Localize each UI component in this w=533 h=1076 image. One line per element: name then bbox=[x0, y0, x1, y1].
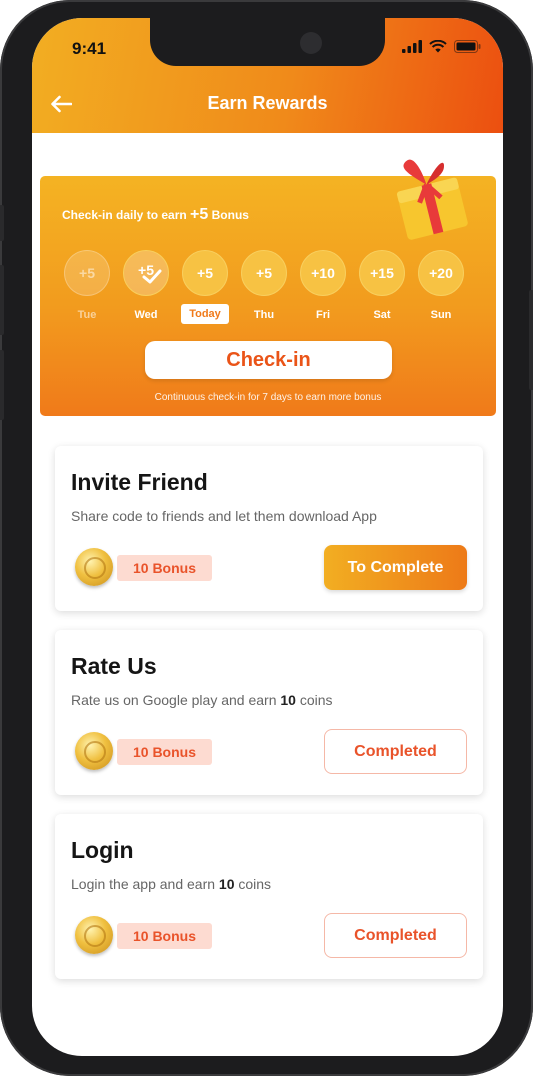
task-card-invite-friend: Invite Friend Share code to friends and … bbox=[55, 446, 483, 611]
battery-icon bbox=[454, 40, 481, 53]
day-label: Wed bbox=[134, 309, 158, 321]
checkin-bonus-amount: +5 bbox=[190, 206, 209, 223]
task-desc-coins: 10 bbox=[280, 692, 296, 708]
day-reward[interactable]: +5 bbox=[182, 250, 228, 296]
task-card-login: Login Login the app and earn 10 coins 10… bbox=[55, 814, 483, 979]
volume-up-button bbox=[0, 265, 4, 335]
day-today: +5 Today bbox=[181, 250, 229, 324]
day-label: Sun bbox=[430, 309, 452, 321]
task-description: Share code to friends and let them downl… bbox=[71, 508, 377, 524]
task-desc-text: Login the app and earn bbox=[71, 876, 219, 892]
day-sat: +15 Sat bbox=[359, 250, 405, 324]
task-title: Invite Friend bbox=[71, 469, 208, 495]
phone-notch bbox=[150, 18, 385, 66]
day-reward: +20 bbox=[418, 250, 464, 296]
bonus-badge: 10 Bonus bbox=[117, 739, 212, 765]
wifi-icon bbox=[429, 40, 447, 53]
day-label: Fri bbox=[315, 309, 331, 321]
check-icon bbox=[142, 269, 162, 284]
day-reward: +5 bbox=[64, 250, 110, 296]
day-label: Sat bbox=[373, 309, 391, 321]
checkin-card: Check-in daily to earn +5 Bonus +5 Tue +… bbox=[40, 159, 496, 416]
day-label: Thu bbox=[253, 309, 275, 321]
day-reward: +5 bbox=[123, 250, 169, 296]
task-title: Rate Us bbox=[71, 653, 157, 679]
day-wed: +5 Wed bbox=[123, 250, 169, 324]
checkin-button[interactable]: Check-in bbox=[145, 341, 392, 379]
volume-down-button bbox=[0, 350, 4, 420]
day-label: Tue bbox=[77, 309, 97, 321]
completed-button[interactable]: Completed bbox=[324, 729, 467, 774]
coin-icon bbox=[75, 916, 113, 954]
day-fri: +10 Fri bbox=[300, 250, 346, 324]
day-reward: +10 bbox=[300, 250, 346, 296]
page-title: Earn Rewards bbox=[207, 93, 328, 113]
checkin-title-suffix: Bonus bbox=[211, 208, 249, 222]
app-screen: 9:41 Earn Rewards Check-in daily to earn… bbox=[32, 18, 503, 1056]
header-bar: 9:41 Earn Rewards bbox=[32, 18, 503, 133]
status-icons bbox=[402, 40, 481, 53]
day-thu: +5 Thu bbox=[241, 250, 287, 324]
task-title: Login bbox=[71, 837, 134, 863]
checkin-note: Continuous check-in for 7 days to earn m… bbox=[154, 392, 382, 403]
task-card-rate-us: Rate Us Rate us on Google play and earn … bbox=[55, 630, 483, 795]
checkin-title-prefix: Check-in daily to earn bbox=[62, 208, 187, 222]
power-button bbox=[529, 290, 533, 390]
day-sun: +20 Sun bbox=[418, 250, 464, 324]
coin-icon bbox=[75, 548, 113, 586]
checkin-title: Check-in daily to earn +5 Bonus bbox=[62, 206, 249, 224]
silent-switch bbox=[0, 205, 4, 241]
day-tue: +5 Tue bbox=[64, 250, 110, 324]
coin-icon bbox=[75, 732, 113, 770]
task-description: Rate us on Google play and earn 10 coins bbox=[71, 692, 333, 708]
bonus-badge: 10 Bonus bbox=[117, 555, 212, 581]
task-desc-text: Rate us on Google play and earn bbox=[71, 692, 281, 708]
task-desc-suffix: coins bbox=[234, 876, 272, 892]
checkin-days: +5 Tue +5 Wed +5 Today +5 Thu +10 Fri +1… bbox=[64, 250, 464, 324]
to-complete-button[interactable]: To Complete bbox=[324, 545, 467, 590]
task-desc-coins: 10 bbox=[218, 876, 235, 892]
phone-frame: 9:41 Earn Rewards Check-in daily to earn… bbox=[0, 0, 533, 1076]
status-time: 9:41 bbox=[72, 39, 107, 58]
camera-icon bbox=[300, 32, 322, 54]
bonus-badge: 10 Bonus bbox=[117, 923, 212, 949]
completed-button[interactable]: Completed bbox=[324, 913, 467, 958]
day-reward: +15 bbox=[359, 250, 405, 296]
day-reward: +5 bbox=[241, 250, 287, 296]
task-description: Login the app and earn 10 coins bbox=[71, 876, 271, 892]
task-desc-suffix: coins bbox=[295, 692, 333, 708]
day-label-today: Today bbox=[181, 304, 229, 324]
signal-icon bbox=[402, 40, 422, 53]
gift-icon bbox=[396, 159, 468, 240]
